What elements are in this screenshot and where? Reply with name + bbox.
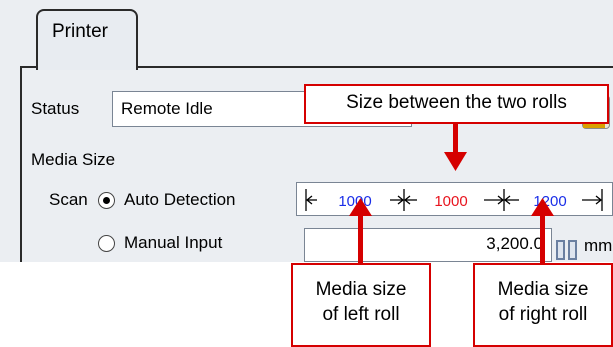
auto-detection-radio[interactable]: [98, 192, 115, 209]
scan-label: Scan: [49, 190, 88, 209]
manual-input-field[interactable]: 3,200.0: [304, 228, 552, 262]
panel-border: [20, 66, 22, 262]
roll-size-diagram: 1000 1000 1200: [305, 189, 603, 211]
callout-roll-gap-text: Size between the two rolls: [346, 92, 567, 113]
callout-left-roll: Media size of left roll: [291, 263, 431, 347]
printer-settings-panel: Printer Status Remote Idle Media Size Sc…: [0, 0, 613, 262]
manual-input-stepper[interactable]: [555, 240, 581, 260]
manual-input-value: 3,200.0: [486, 234, 543, 253]
callout-roll-gap: Size between the two rolls: [304, 84, 609, 124]
status-value: Remote Idle: [121, 99, 213, 118]
callout-right-line2: of right roll: [498, 304, 588, 325]
left-roll-size: 1000: [338, 193, 371, 210]
tab-printer-label: Printer: [52, 21, 108, 42]
status-label: Status: [31, 99, 80, 118]
right-roll-size: 1200: [533, 193, 566, 210]
manual-input-radio[interactable]: [98, 235, 115, 252]
tab-strip-line: [134, 66, 613, 68]
manual-input-label: Manual Input: [124, 233, 223, 252]
auto-detection-label: Auto Detection: [124, 190, 236, 209]
callout-left-line2: of left roll: [322, 304, 400, 325]
tab-printer[interactable]: Printer: [36, 9, 138, 70]
callout-right-roll: Media size of right roll: [473, 263, 613, 347]
unit-label: mm: [584, 236, 613, 255]
media-size-display: 1000 1000 1200: [296, 182, 613, 216]
callout-right-line1: Media size: [497, 279, 589, 300]
callout-left-line1: Media size: [315, 279, 407, 300]
media-size-title: Media Size: [31, 150, 116, 169]
gap-size: 1000: [434, 193, 467, 210]
